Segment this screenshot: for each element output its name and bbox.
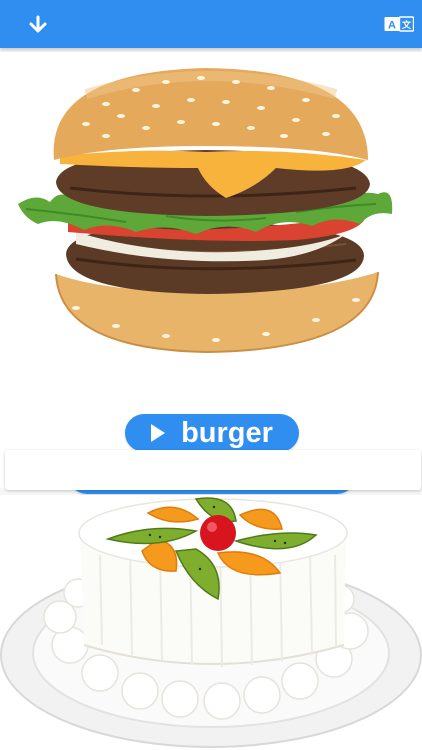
download-arrow-icon	[29, 15, 47, 33]
play-icon	[151, 424, 166, 442]
cake-image	[0, 497, 422, 748]
word-english-button[interactable]: burger	[125, 414, 299, 452]
burger-image	[18, 68, 393, 354]
flashcard-burger: burger hamburguesa	[0, 52, 422, 494]
svg-text:A: A	[388, 20, 396, 32]
top-app-bar: A 文	[0, 0, 422, 48]
app-screen: A 文 burger	[0, 0, 422, 750]
translate-icon: A 文	[384, 16, 414, 32]
card-divider	[5, 450, 421, 490]
flashcard-cake	[0, 495, 422, 750]
translate-button[interactable]: A 文	[382, 13, 416, 35]
download-button[interactable]	[24, 11, 52, 39]
word-english-label: burger	[181, 417, 273, 449]
svg-text:文: 文	[401, 19, 412, 31]
